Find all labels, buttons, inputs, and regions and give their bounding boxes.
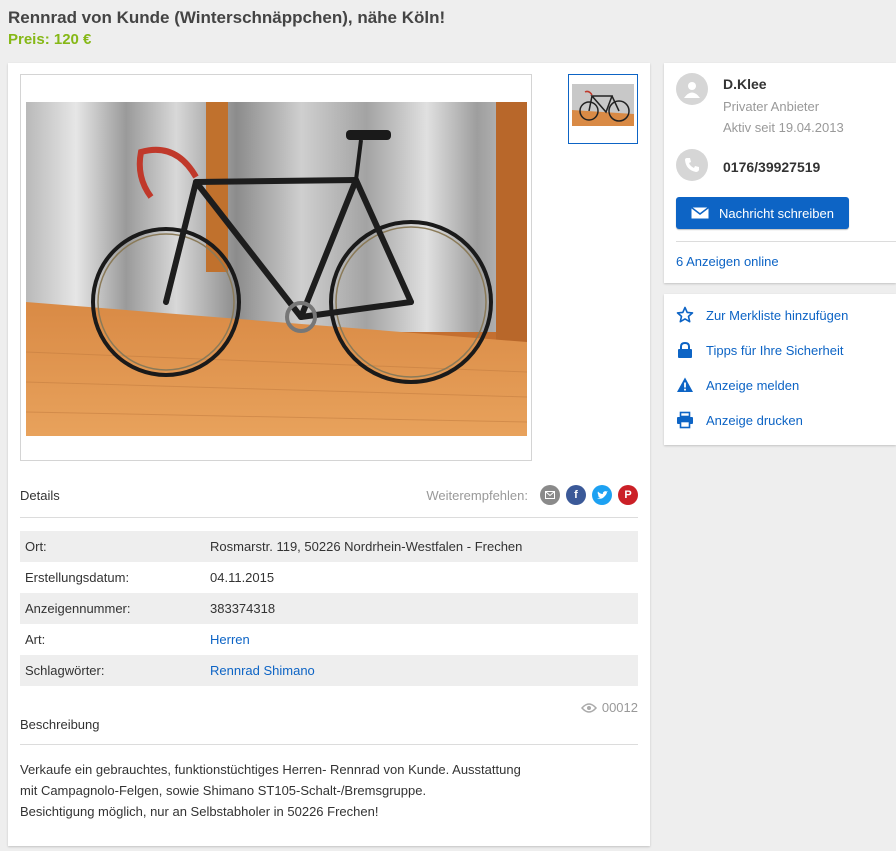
image-gallery[interactable] — [20, 74, 532, 461]
lock-icon — [678, 341, 692, 358]
ads-online-link[interactable]: 6 Anzeigen online — [676, 254, 779, 269]
table-row: Art: Herren — [20, 624, 638, 655]
avatar — [676, 73, 708, 105]
seller-card: D.Klee Privater Anbieter Aktiv seit 19.0… — [664, 63, 896, 283]
thumbnail-image — [572, 84, 634, 126]
row-value: 04.11.2015 — [210, 570, 275, 585]
pinterest-icon[interactable]: P — [618, 485, 638, 505]
facebook-icon[interactable]: f — [566, 485, 586, 505]
safety-tips-link[interactable]: Tipps für Ihre Sicherheit — [676, 341, 844, 359]
seller-active-since: Aktiv seit 19.04.2013 — [723, 120, 844, 135]
view-counter: 00012 — [580, 700, 638, 715]
details-table: Ort: Rosmarstr. 119, 50226 Nordrhein-Wes… — [20, 531, 638, 686]
phone-icon — [676, 149, 708, 181]
view-count: 00012 — [601, 700, 638, 715]
print-ad-link[interactable]: Anzeige drucken — [676, 411, 803, 429]
tags-link[interactable]: Rennrad Shimano — [210, 663, 315, 678]
printer-icon — [677, 411, 693, 429]
gallery-thumbnail[interactable] — [568, 74, 638, 144]
row-value: 383374318 — [210, 601, 276, 616]
details-header: Details Weiterempfehlen: f P — [20, 484, 638, 518]
twitter-icon[interactable] — [592, 485, 612, 505]
art-link[interactable]: Herren — [210, 632, 250, 647]
actions-card: Zur Merkliste hinzufügen Tipps für Ihre … — [664, 294, 896, 445]
add-to-watchlist-link[interactable]: Zur Merkliste hinzufügen — [676, 306, 848, 324]
row-key: Art: — [25, 632, 46, 647]
table-row: Schlagwörter: Rennrad Shimano — [20, 655, 638, 686]
share-label: Weiterempfehlen: — [426, 488, 528, 503]
divider — [676, 241, 896, 242]
row-key: Ort: — [25, 539, 47, 554]
listing-title: Rennrad von Kunde (Winterschnäppchen), n… — [8, 8, 446, 27]
action-label: Anzeige drucken — [706, 412, 803, 428]
row-key: Erstellungsdatum: — [25, 570, 130, 585]
table-row: Ort: Rosmarstr. 119, 50226 Nordrhein-Wes… — [20, 531, 638, 562]
details-title: Details — [20, 488, 60, 503]
star-icon — [676, 306, 694, 323]
mail-icon — [691, 207, 710, 219]
description-line: Verkaufe ein gebrauchtes, funktionstücht… — [20, 762, 521, 777]
action-label: Anzeige melden — [706, 377, 800, 393]
send-message-button[interactable]: Nachricht schreiben — [676, 197, 849, 229]
table-row: Anzeigennummer: 383374318 — [20, 593, 638, 624]
row-value: Rosmarstr. 119, 50226 Nordrhein-Westfale… — [210, 539, 523, 554]
phone-number[interactable]: 0176/39927519 — [723, 159, 820, 175]
description-title: Beschreibung — [20, 717, 100, 732]
row-key: Schlagwörter: — [25, 663, 105, 678]
description-text: Verkaufe ein gebrauchtes, funktionstücht… — [20, 759, 540, 822]
warning-icon — [677, 377, 693, 392]
listing-main-card: Details Weiterempfehlen: f P Ort: Rosmar… — [8, 63, 650, 846]
seller-type: Privater Anbieter — [723, 99, 820, 114]
user-icon — [684, 82, 700, 98]
listing-price: Preis: 120 € — [8, 31, 92, 48]
description-line: mit Campagnolo-Felgen, sowie Shimano ST1… — [20, 783, 427, 798]
action-label: Zur Merkliste hinzufügen — [706, 307, 849, 323]
send-message-label: Nachricht schreiben — [719, 205, 834, 221]
description-header: Beschreibung — [20, 716, 638, 745]
eye-icon — [580, 702, 597, 713]
table-row: Erstellungsdatum: 04.11.2015 — [20, 562, 638, 593]
report-ad-link[interactable]: Anzeige melden — [676, 376, 799, 394]
seller-name[interactable]: D.Klee — [723, 76, 767, 92]
share-icons: f P — [540, 485, 638, 505]
row-key: Anzeigennummer: — [25, 601, 131, 616]
mail-icon[interactable] — [540, 485, 560, 505]
bike-photo[interactable] — [26, 102, 527, 436]
description-line: Besichtigung möglich, nur an Selbstabhol… — [20, 804, 379, 819]
action-label: Tipps für Ihre Sicherheit — [706, 342, 844, 358]
